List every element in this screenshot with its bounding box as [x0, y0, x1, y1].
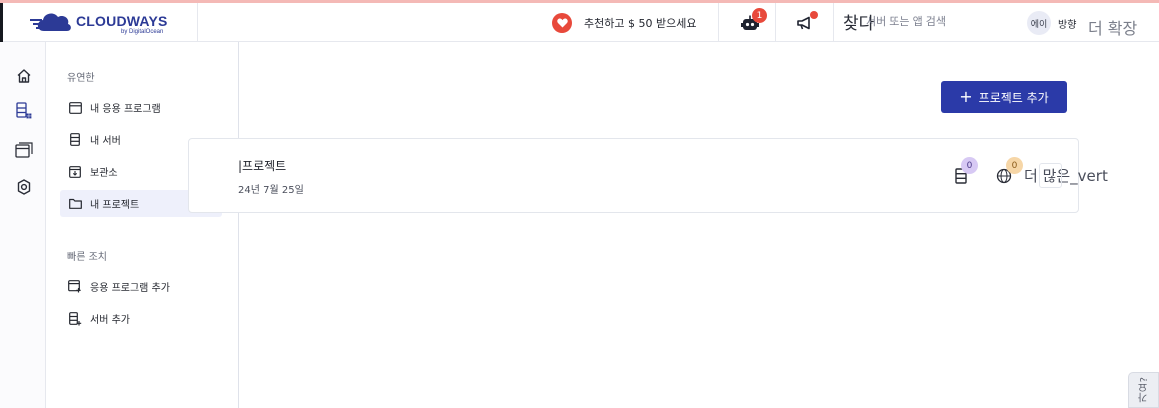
add-project-label: 프로젝트 추가: [978, 90, 1049, 105]
expand-more-label[interactable]: 더 확장: [1088, 15, 1137, 39]
search-input[interactable]: [866, 11, 1006, 33]
add-app-icon: [68, 280, 82, 294]
project-date: 24년 7월 25일: [238, 185, 304, 196]
section-label-quick-actions: 빠른 조치: [67, 252, 107, 263]
more-options-button[interactable]: [1039, 163, 1062, 188]
folder-icon: [68, 197, 82, 211]
notification-count-badge: 1: [752, 8, 767, 23]
home-icon: [17, 69, 31, 83]
heart-icon: [552, 12, 572, 33]
add-server-icon: [68, 311, 82, 326]
more-options-label: 더 많은_vert: [1024, 167, 1108, 185]
window-edge: [0, 3, 3, 42]
logo-subtitle: by DigitalOcean: [121, 29, 164, 35]
bot-assistant-button[interactable]: 1: [724, 3, 776, 42]
user-menu-label[interactable]: 방향: [1058, 16, 1076, 31]
menu-item-add-app[interactable]: 응용 프로그램 추가: [60, 273, 222, 300]
menu-item-label: 내 응용 프로그램: [90, 104, 161, 115]
project-name[interactable]: |프로젝트: [238, 157, 286, 174]
apps-count-badge: 0: [1006, 157, 1023, 174]
servers-count-badge: 0: [961, 157, 978, 174]
navigation-panel: 유연한 내 응용 프로그램 내 서버 보관소 내 프로젝트 빠른 조치 응용 프…: [47, 42, 239, 408]
add-project-button[interactable]: + 프로젝트 추가: [941, 81, 1067, 113]
help-tab-label: 가요?: [1139, 377, 1150, 403]
rail-servers-apps[interactable]: [13, 100, 35, 122]
menu-item-label: 내 프로젝트: [90, 200, 140, 211]
window-icon: [15, 142, 33, 158]
referral-text: 추천하고 $ 50 받으세요: [584, 16, 697, 30]
logo-area[interactable]: CLOUDWAYS by DigitalOcean: [0, 3, 198, 42]
section-label-useful: 유연한: [67, 73, 95, 84]
referral-promo[interactable]: 추천하고 $ 50 받으세요: [548, 3, 720, 42]
unread-dot: [810, 11, 818, 19]
plus-icon: +: [959, 87, 973, 106]
server-icon: [68, 133, 82, 147]
menu-item-label: 응용 프로그램 추가: [90, 283, 170, 294]
settings-gear-icon: [17, 179, 31, 195]
menu-item-label: 서버 추가: [90, 315, 130, 326]
app-window-icon: [68, 101, 82, 115]
top-bar: CLOUDWAYS by DigitalOcean 추천하고 $ 50 받으세요…: [0, 3, 1159, 42]
project-card[interactable]: [188, 138, 1079, 213]
announcements-button[interactable]: [776, 3, 834, 42]
cloudways-logo-icon: [30, 13, 71, 32]
menu-item-my-apps[interactable]: 내 응용 프로그램: [60, 94, 222, 121]
menu-item-label: 보관소: [90, 168, 118, 179]
rail-windows[interactable]: [13, 139, 35, 161]
logo-wordmark: CLOUDWAYS: [76, 13, 168, 29]
menu-item-label: 내 서버: [90, 136, 121, 147]
rail-settings[interactable]: [13, 176, 35, 198]
avatar[interactable]: 에이: [1027, 11, 1051, 35]
icon-rail: [0, 42, 46, 408]
menu-item-add-server[interactable]: 서버 추가: [60, 305, 222, 332]
rail-home[interactable]: [13, 65, 35, 87]
archive-icon: [68, 165, 82, 179]
servers-apps-icon: [16, 102, 32, 119]
